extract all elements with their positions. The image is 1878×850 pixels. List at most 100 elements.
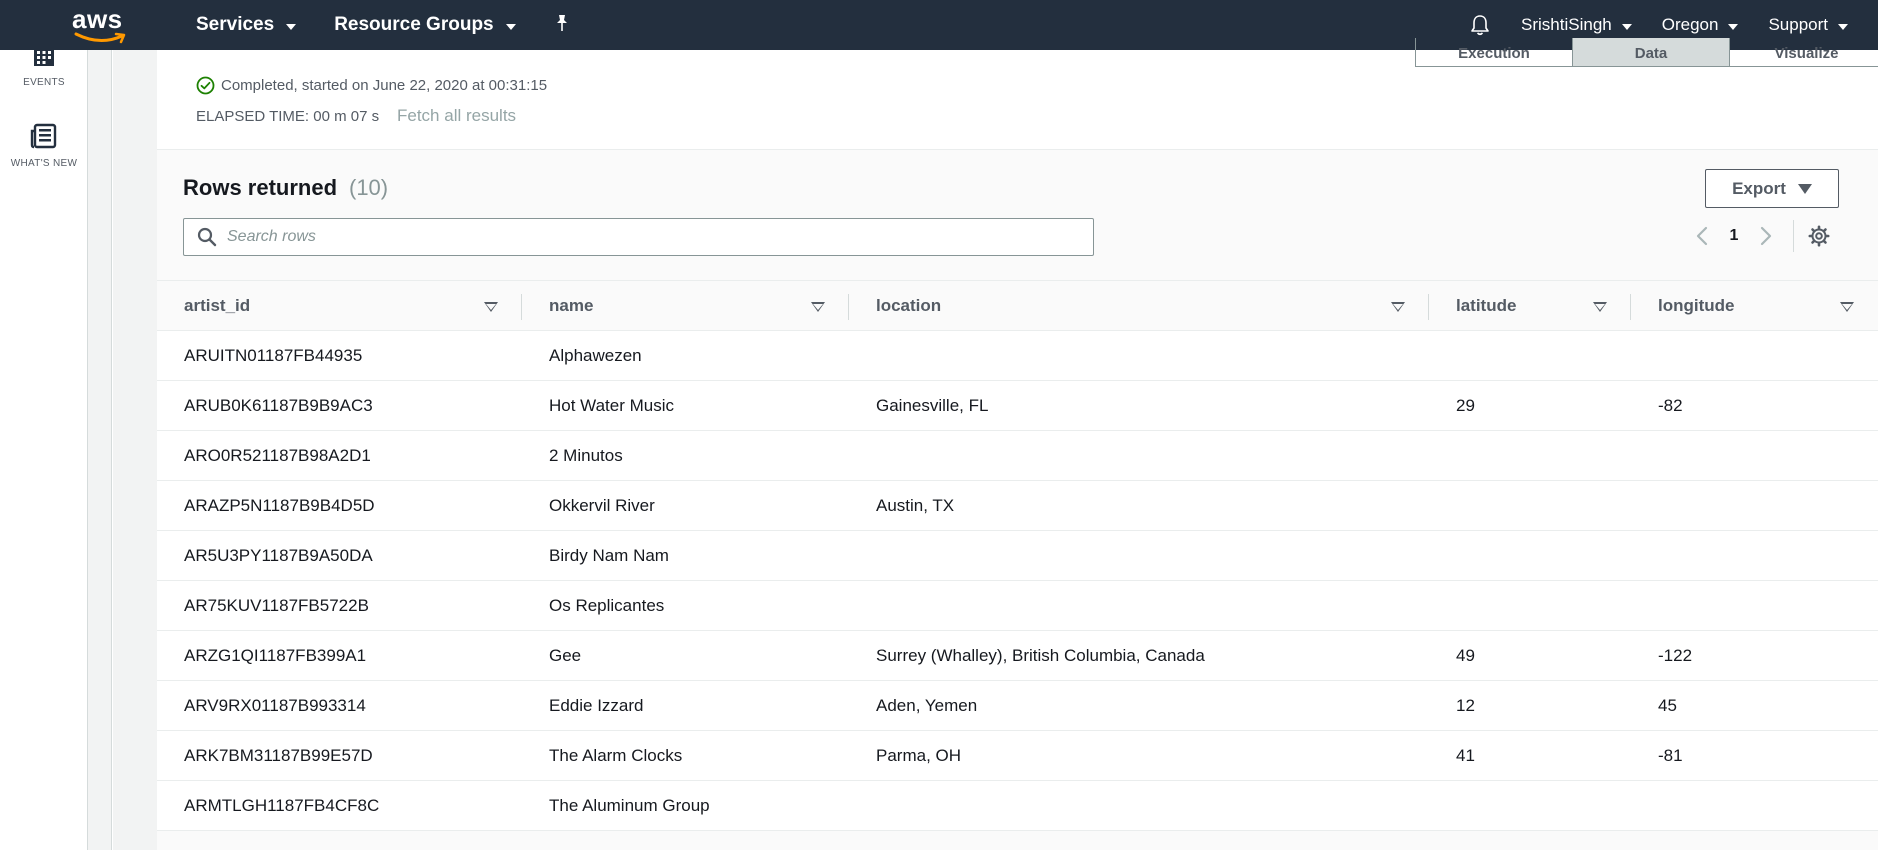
chevron-down-icon <box>286 23 297 30</box>
tab-execution[interactable]: Execution <box>1416 38 1573 66</box>
column-header-longitude[interactable]: longitude <box>1631 281 1878 331</box>
table-row: AR75KUV1187FB5722B Os Replicantes <box>157 581 1878 631</box>
column-header-artist-id[interactable]: artist_id <box>157 281 522 331</box>
pagination: 1 <box>1687 220 1834 252</box>
sort-icon <box>1391 302 1405 312</box>
export-button[interactable]: Export <box>1705 169 1839 208</box>
cell-latitude <box>1429 331 1631 380</box>
cell-longitude: 45 <box>1658 695 1677 715</box>
sort-icon <box>1840 302 1854 312</box>
region-menu[interactable]: Oregon <box>1662 15 1739 35</box>
cell-longitude <box>1631 581 1878 630</box>
rows-returned-panel: Rows returned (10) Export 1 <box>157 149 1878 850</box>
table-preferences-button[interactable] <box>1804 220 1834 252</box>
chevron-down-icon <box>1728 23 1739 30</box>
pin-icon[interactable] <box>554 14 570 37</box>
cell-artist-id: ARK7BM31187B99E57D <box>184 745 373 765</box>
sort-icon <box>1593 302 1607 312</box>
completed-text: Completed, started on June 22, 2020 at 0… <box>221 77 548 94</box>
chevron-down-icon <box>1838 23 1848 30</box>
cell-latitude: 49 <box>1456 645 1475 665</box>
elapsed-time: ELAPSED TIME: 00 m 07 s <box>196 108 380 125</box>
table-body: ARUITN01187FB44935 Alphawezen ARUB0K6118… <box>157 331 1878 831</box>
check-circle-icon <box>196 76 215 95</box>
next-page-button[interactable] <box>1751 220 1781 252</box>
table-row: ARAZP5N1187B9B4D5D Okkervil River Austin… <box>157 481 1878 531</box>
fetch-all-results-link[interactable]: Fetch all results <box>397 106 516 126</box>
cell-latitude: 29 <box>1456 395 1475 415</box>
account-menu[interactable]: SrishtiSingh <box>1521 15 1632 35</box>
cell-longitude <box>1631 781 1878 830</box>
table-row: AR5U3PY1187B9A50DA Birdy Nam Nam <box>157 531 1878 581</box>
cell-location: Austin, TX <box>876 495 955 515</box>
search-icon <box>197 227 217 247</box>
cell-name: Okkervil River <box>549 495 655 515</box>
tab-data[interactable]: Data <box>1573 38 1730 66</box>
table-row: ARV9RX01187B993314 Eddie Izzard Aden, Ye… <box>157 681 1878 731</box>
column-header-latitude[interactable]: latitude <box>1429 281 1631 331</box>
cell-name: Hot Water Music <box>549 395 675 415</box>
query-status: Completed, started on June 22, 2020 at 0… <box>196 76 547 95</box>
services-label: Services <box>196 14 275 35</box>
cell-artist-id: ARUITN01187FB44935 <box>184 345 363 365</box>
sort-icon <box>811 302 825 312</box>
cell-artist-id: ARAZP5N1187B9B4D5D <box>184 495 375 515</box>
rows-returned-title: Rows returned <box>183 175 338 200</box>
aws-logo[interactable]: aws <box>72 6 132 44</box>
cell-longitude <box>1631 481 1878 530</box>
cell-name: The Alarm Clocks <box>549 745 683 765</box>
cell-artist-id: AR5U3PY1187B9A50DA <box>184 545 373 565</box>
cell-location: Gainesville, FL <box>876 395 989 415</box>
search-input[interactable] <box>227 228 1077 246</box>
column-header-label: latitude <box>1456 296 1517 315</box>
cell-latitude <box>1429 431 1631 480</box>
cell-location <box>849 331 1429 380</box>
cell-artist-id: ARMTLGH1187FB4CF8C <box>184 795 380 815</box>
cell-location: Aden, Yemen <box>876 695 978 715</box>
chevron-right-icon <box>1760 226 1772 246</box>
chevron-left-icon <box>1696 226 1708 246</box>
chevron-down-icon <box>1621 23 1632 30</box>
cell-location: Parma, OH <box>876 745 962 765</box>
table-row: ARUB0K61187B9B9AC3 Hot Water Music Gaine… <box>157 381 1878 431</box>
cell-name: 2 Minutos <box>549 445 623 465</box>
cell-name: Alphawezen <box>549 345 642 365</box>
cell-artist-id: AR75KUV1187FB5722B <box>184 595 369 615</box>
result-view-tabs: Execution Data Visualize <box>1415 38 1878 67</box>
services-menu[interactable]: Services <box>196 14 297 36</box>
main-content: Completed, started on June 22, 2020 at 0… <box>113 38 1878 850</box>
column-header-label: longitude <box>1658 296 1735 315</box>
rail-item-whats-new[interactable]: WHAT'S NEW <box>0 123 88 169</box>
cell-artist-id: ARZG1QI1187FB399A1 <box>184 645 367 665</box>
results-table: artist_id name location latitude longitu… <box>157 280 1878 831</box>
aws-logo-text: aws <box>72 4 123 34</box>
cell-name: Birdy Nam Nam <box>549 545 669 565</box>
gear-icon <box>1808 225 1830 247</box>
cell-longitude: -122 <box>1658 645 1693 665</box>
cell-location <box>849 581 1429 630</box>
column-header-name[interactable]: name <box>522 281 849 331</box>
previous-page-button[interactable] <box>1687 220 1717 252</box>
column-header-label: name <box>549 296 594 315</box>
column-header-location[interactable]: location <box>849 281 1429 331</box>
rail-item-events[interactable]: EVENTS <box>0 42 88 88</box>
tab-visualize[interactable]: Visualize <box>1730 38 1878 66</box>
cell-latitude: 41 <box>1456 745 1475 765</box>
bell-icon <box>1471 15 1489 36</box>
page-number[interactable]: 1 <box>1717 227 1751 245</box>
cell-artist-id: ARO0R521187B98A2D1 <box>184 445 371 465</box>
cell-name: Gee <box>549 645 582 665</box>
table-header: artist_id name location latitude longitu… <box>157 280 1878 331</box>
pager-divider <box>1793 220 1794 252</box>
search-rows-field[interactable] <box>183 218 1094 256</box>
notifications-bell[interactable] <box>1469 14 1491 36</box>
resource-groups-menu[interactable]: Resource Groups <box>334 14 516 36</box>
cell-location <box>849 781 1429 830</box>
sort-icon <box>484 302 498 312</box>
chevron-down-icon <box>505 23 516 30</box>
account-label: SrishtiSingh <box>1521 15 1612 34</box>
left-rail: EVENTS WHAT'S NEW <box>0 46 88 850</box>
support-menu[interactable]: Support <box>1768 15 1848 35</box>
cell-longitude: -82 <box>1658 395 1683 415</box>
cell-name: The Aluminum Group <box>549 795 710 815</box>
